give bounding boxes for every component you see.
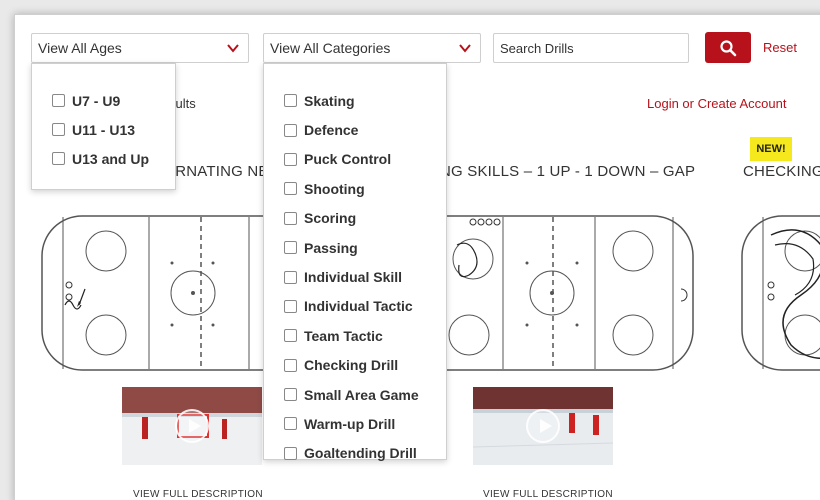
ages-select[interactable]: View All Ages	[31, 33, 249, 63]
category-option[interactable]: Shooting	[264, 174, 446, 203]
category-option[interactable]: Individual Skill	[264, 262, 446, 291]
reset-link[interactable]: Reset	[763, 40, 797, 55]
category-option[interactable]: Checking Drill	[264, 351, 446, 380]
drill-library-page: View All Ages View All Categories Reset …	[14, 14, 820, 500]
category-option-label: Defence	[304, 122, 359, 139]
checkbox[interactable]	[284, 123, 297, 137]
age-option-label: U7 - U9	[72, 92, 121, 109]
video-thumbnail[interactable]	[122, 387, 262, 465]
ages-select-label: View All Ages	[38, 40, 122, 56]
rink-diagram[interactable]	[741, 215, 820, 375]
category-option-label: Shooting	[304, 180, 365, 197]
category-option-label: Passing	[304, 239, 358, 256]
checkbox[interactable]	[284, 270, 297, 284]
category-option[interactable]: Small Area Game	[264, 380, 446, 409]
play-icon[interactable]	[175, 409, 209, 443]
category-option[interactable]: Team Tactic	[264, 321, 446, 350]
search-button[interactable]	[705, 32, 751, 63]
new-badge: NEW!	[750, 137, 792, 161]
drill-title[interactable]: CHECKING	[743, 163, 820, 180]
checkbox[interactable]	[284, 182, 297, 196]
checkbox[interactable]	[284, 94, 297, 108]
view-full-description-link[interactable]: VIEW FULL DESCRIPTION	[483, 489, 613, 500]
search-icon	[720, 39, 737, 56]
age-option-label: U11 - U13	[72, 121, 136, 138]
chevron-down-icon	[227, 44, 239, 53]
chevron-down-icon	[459, 44, 471, 53]
categories-select[interactable]: View All Categories	[263, 33, 481, 63]
category-option[interactable]: Puck Control	[264, 145, 446, 174]
checkbox[interactable]	[284, 388, 297, 402]
checkbox[interactable]	[284, 211, 297, 225]
category-option[interactable]: Passing	[264, 233, 446, 262]
age-option[interactable]: U13 and Up	[32, 144, 175, 173]
category-option-label: Scoring	[304, 210, 357, 227]
age-option[interactable]: U7 - U9	[32, 86, 175, 115]
view-full-description-link[interactable]: VIEW FULL DESCRIPTION	[133, 489, 263, 500]
category-option-label: Checking Drill	[304, 357, 399, 374]
video-thumbnail[interactable]	[473, 387, 613, 465]
drill-title[interactable]: ERNATING NE	[165, 163, 269, 180]
checkbox[interactable]	[284, 241, 297, 255]
category-option-label: Team Tactic	[304, 327, 383, 344]
category-option[interactable]: Defence	[264, 115, 446, 144]
category-option-label: Goaltending Drill	[304, 445, 417, 462]
checkbox[interactable]	[284, 299, 297, 313]
checkbox[interactable]	[284, 417, 297, 431]
categories-select-label: View All Categories	[270, 40, 391, 56]
drill-title[interactable]: NG SKILLS – 1 UP - 1 DOWN – GAP	[440, 163, 695, 180]
checkbox[interactable]	[284, 446, 297, 460]
categories-dropdown: Skating Defence Puck Control Shooting Sc…	[263, 63, 447, 461]
login-link[interactable]: Login or Create Account	[647, 96, 786, 111]
ages-dropdown: U7 - U9 U11 - U13 U13 and Up	[31, 63, 176, 190]
checkbox[interactable]	[52, 152, 65, 165]
play-icon[interactable]	[526, 409, 560, 443]
category-option[interactable]: Individual Tactic	[264, 292, 446, 321]
category-option-label: Small Area Game	[304, 386, 419, 403]
checkbox[interactable]	[284, 152, 297, 166]
age-option-label: U13 and Up	[72, 150, 150, 167]
checkbox[interactable]	[52, 123, 65, 136]
checkbox[interactable]	[284, 329, 297, 343]
category-option[interactable]: Warm-up Drill	[264, 409, 446, 438]
age-option[interactable]: U11 - U13	[32, 115, 175, 144]
category-option-label: Puck Control	[304, 151, 392, 168]
category-option[interactable]: Goaltending Drill	[264, 439, 446, 468]
checkbox[interactable]	[52, 94, 65, 107]
category-option-label: Individual Skill	[304, 269, 403, 286]
category-option[interactable]: Skating	[264, 86, 446, 115]
checkbox[interactable]	[284, 358, 297, 372]
category-option-label: Skating	[304, 92, 355, 109]
category-option-label: Individual Tactic	[304, 298, 413, 315]
category-option[interactable]: Scoring	[264, 204, 446, 233]
search-input[interactable]	[493, 33, 689, 63]
category-option-label: Warm-up Drill	[304, 415, 396, 432]
